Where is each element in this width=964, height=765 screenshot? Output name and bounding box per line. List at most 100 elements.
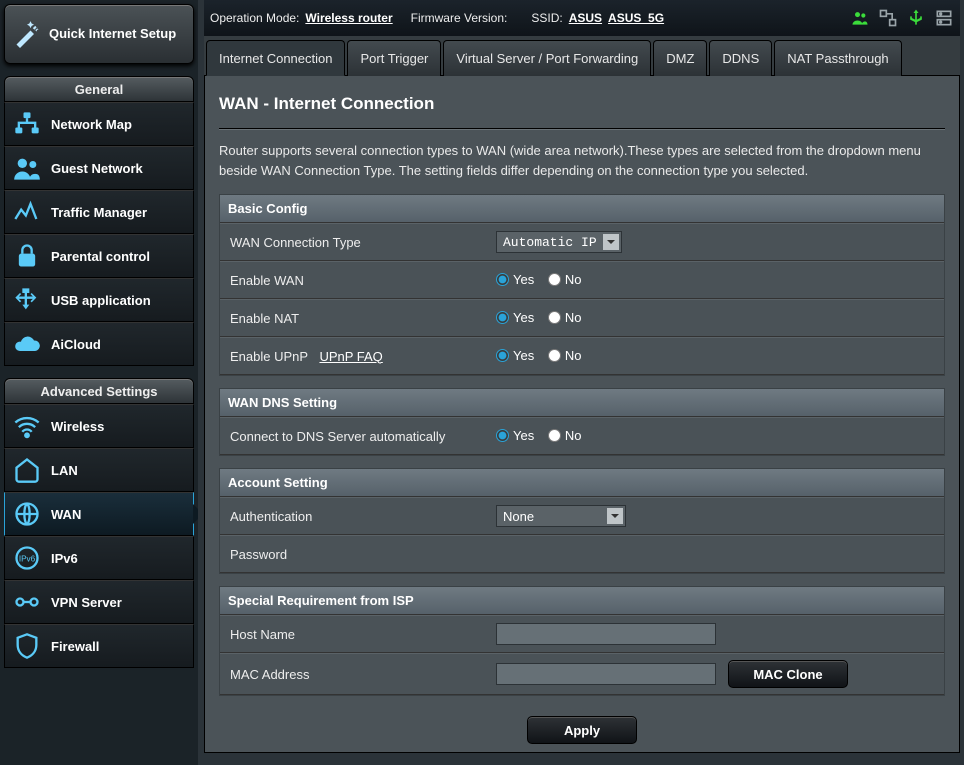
row-auth: Authentication None: [220, 497, 944, 535]
group-header: Account Setting: [220, 469, 944, 497]
server-status-icon[interactable]: [934, 8, 954, 28]
traffic-manager-icon: [13, 198, 41, 226]
group-wan-dns: WAN DNS Setting Connect to DNS Server au…: [219, 388, 945, 456]
sidebar-item-label: WAN: [51, 507, 81, 522]
sidebar-item-wan[interactable]: WAN: [4, 492, 194, 536]
field-label: Connect to DNS Server automatically: [220, 421, 488, 452]
quick-internet-setup-button[interactable]: Quick Internet Setup: [4, 4, 194, 64]
sidebar-item-usb-application[interactable]: USB application: [4, 278, 194, 322]
page-description: Router supports several connection types…: [219, 141, 945, 180]
usb-application-icon: [13, 286, 41, 314]
row-dns-auto: Connect to DNS Server automatically Yes …: [220, 417, 944, 455]
op-mode-value[interactable]: Wireless router: [305, 11, 392, 25]
field-label: MAC Address: [220, 659, 488, 690]
users-status-icon[interactable]: [850, 8, 870, 28]
content-panel: WAN - Internet Connection Router support…: [204, 76, 960, 753]
field-label: Enable WAN: [220, 265, 488, 296]
top-status-icons: [850, 8, 954, 28]
ssid-value-1[interactable]: ASUS: [569, 11, 602, 25]
tab-dmz[interactable]: DMZ: [653, 40, 707, 76]
group-account: Account Setting Authentication None Pass…: [219, 468, 945, 574]
apply-button[interactable]: Apply: [527, 716, 637, 744]
wan-type-select[interactable]: Automatic IP: [496, 231, 622, 253]
field-label: Enable UPnP UPnP FAQ: [220, 341, 488, 372]
usb-status-icon[interactable]: [906, 8, 926, 28]
field-label: Authentication: [220, 501, 488, 532]
radio-yes[interactable]: Yes: [496, 348, 534, 363]
ssid-value-2[interactable]: ASUS_5G: [608, 11, 664, 25]
network-status-icon[interactable]: [878, 8, 898, 28]
radio-yes[interactable]: Yes: [496, 272, 534, 287]
chevron-down-icon: [603, 234, 619, 250]
tab-port-trigger[interactable]: Port Trigger: [347, 40, 441, 76]
ipv6-icon: IPv6: [13, 544, 41, 572]
sidebar-item-ipv6[interactable]: IPv6 IPv6: [4, 536, 194, 580]
tab-bar: Internet Connection Port Trigger Virtual…: [204, 36, 960, 76]
select-value: Automatic IP: [503, 235, 597, 250]
sidebar-item-label: USB application: [51, 293, 151, 308]
page-title: WAN - Internet Connection: [219, 94, 945, 114]
sidebar-item-label: Firewall: [51, 639, 99, 654]
radio-no[interactable]: No: [548, 428, 582, 443]
tab-ddns[interactable]: DDNS: [709, 40, 772, 76]
sidebar-item-aicloud[interactable]: AiCloud: [4, 322, 194, 366]
row-enable-wan: Enable WAN Yes No: [220, 261, 944, 299]
sidebar-item-traffic-manager[interactable]: Traffic Manager: [4, 190, 194, 234]
sidebar-item-parental-control[interactable]: Parental control: [4, 234, 194, 278]
row-password: Password: [220, 535, 944, 573]
ssid-label: SSID:: [531, 11, 562, 25]
sidebar-item-label: Guest Network: [51, 161, 143, 176]
field-label: Password: [220, 539, 488, 570]
row-enable-upnp: Enable UPnP UPnP FAQ Yes No: [220, 337, 944, 375]
sidebar-item-label: LAN: [51, 463, 78, 478]
row-wan-type: WAN Connection Type Automatic IP: [220, 223, 944, 261]
sidebar-item-label: Traffic Manager: [51, 205, 147, 220]
sidebar-item-label: Network Map: [51, 117, 132, 132]
auth-select[interactable]: None: [496, 505, 626, 527]
sidebar-item-guest-network[interactable]: Guest Network: [4, 146, 194, 190]
sidebar-section-general: General: [4, 76, 194, 102]
mac-address-input[interactable]: [496, 663, 716, 685]
qis-label: Quick Internet Setup: [49, 26, 176, 42]
radio-yes[interactable]: Yes: [496, 428, 534, 443]
main-content: Operation Mode: Wireless router Firmware…: [198, 0, 964, 765]
lan-icon: [13, 456, 41, 484]
vpn-server-icon: [13, 588, 41, 616]
select-value: None: [503, 509, 534, 524]
row-host-name: Host Name: [220, 615, 944, 653]
sidebar-item-label: VPN Server: [51, 595, 122, 610]
radio-no[interactable]: No: [548, 348, 582, 363]
group-header: WAN DNS Setting: [220, 389, 944, 417]
tab-nat-passthrough[interactable]: NAT Passthrough: [774, 40, 901, 76]
group-basic-config: Basic Config WAN Connection Type Automat…: [219, 194, 945, 376]
field-label: WAN Connection Type: [220, 227, 488, 258]
mac-clone-button[interactable]: MAC Clone: [728, 660, 848, 688]
sidebar-item-firewall[interactable]: Firewall: [4, 624, 194, 668]
network-map-icon: [13, 110, 41, 138]
wand-icon: [13, 20, 41, 48]
sidebar-item-vpn-server[interactable]: VPN Server: [4, 580, 194, 624]
wan-icon: [13, 500, 41, 528]
sidebar: Quick Internet Setup General Network Map…: [0, 0, 198, 765]
radio-no[interactable]: No: [548, 310, 582, 325]
sidebar-item-lan[interactable]: LAN: [4, 448, 194, 492]
row-enable-nat: Enable NAT Yes No: [220, 299, 944, 337]
sidebar-section-advanced: Advanced Settings: [4, 378, 194, 404]
top-bar: Operation Mode: Wireless router Firmware…: [204, 0, 960, 36]
wireless-icon: [13, 412, 41, 440]
tab-port-forwarding[interactable]: Virtual Server / Port Forwarding: [443, 40, 651, 76]
parental-control-icon: [13, 242, 41, 270]
sidebar-item-wireless[interactable]: Wireless: [4, 404, 194, 448]
aicloud-icon: [13, 330, 41, 358]
group-isp: Special Requirement from ISP Host Name M…: [219, 586, 945, 696]
group-header: Basic Config: [220, 195, 944, 223]
field-label: Host Name: [220, 619, 488, 650]
sidebar-item-network-map[interactable]: Network Map: [4, 102, 194, 146]
sidebar-item-label: Wireless: [51, 419, 104, 434]
radio-no[interactable]: No: [548, 272, 582, 287]
radio-yes[interactable]: Yes: [496, 310, 534, 325]
tab-internet-connection[interactable]: Internet Connection: [206, 40, 345, 76]
host-name-input[interactable]: [496, 623, 716, 645]
upnp-faq-link[interactable]: UPnP FAQ: [319, 349, 382, 364]
guest-network-icon: [13, 154, 41, 182]
